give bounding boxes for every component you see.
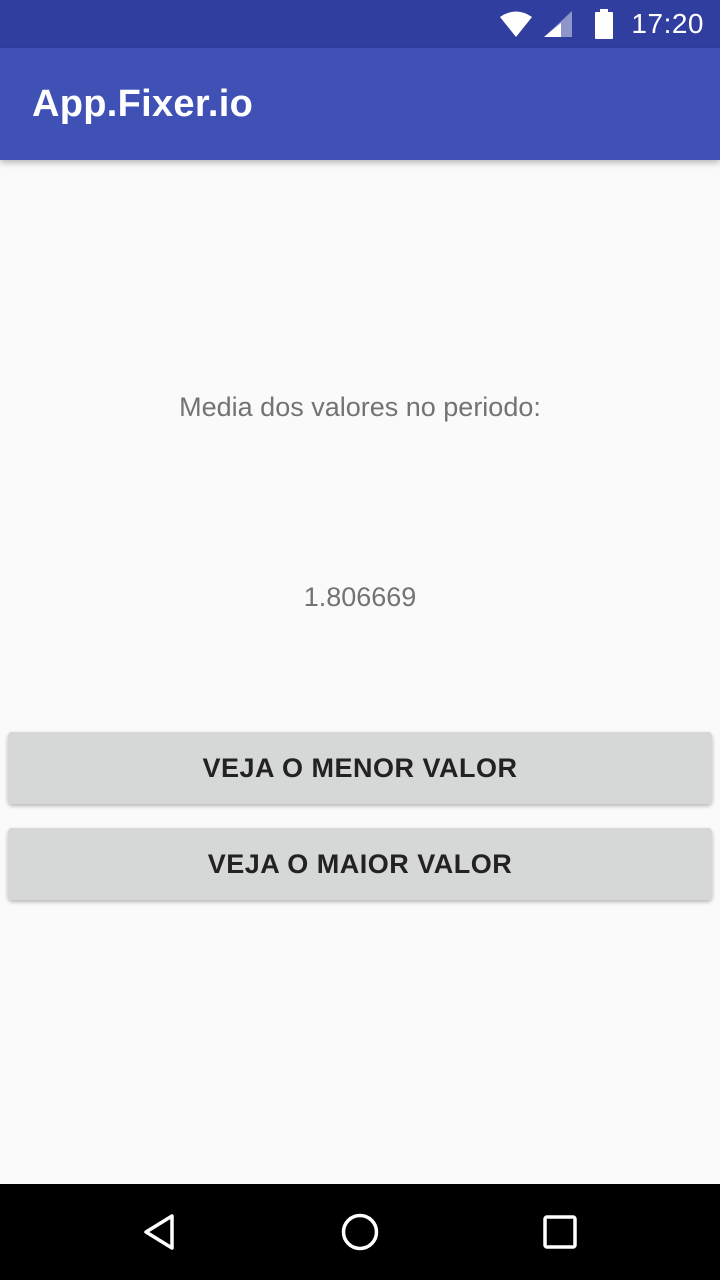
status-bar: 17:20 <box>0 0 720 48</box>
navigation-bar <box>0 1184 720 1280</box>
recents-button[interactable] <box>512 1184 608 1280</box>
app-title: App.Fixer.io <box>32 83 254 125</box>
min-value-button[interactable]: VEJA O MENOR VALOR <box>8 732 712 804</box>
wifi-icon <box>499 10 533 38</box>
battery-icon <box>595 9 614 39</box>
app-bar: App.Fixer.io <box>0 48 720 160</box>
average-label: Media dos valores no periodo: <box>179 392 541 422</box>
home-icon <box>341 1213 379 1251</box>
average-value: 1.806669 <box>303 582 417 612</box>
cell-signal-icon <box>543 10 573 38</box>
home-button[interactable] <box>312 1184 408 1280</box>
status-icons: 17:20 <box>489 0 704 48</box>
screen: 17:20 App.Fixer.io Media dos valores no … <box>0 0 720 1280</box>
max-value-button[interactable]: VEJA O MAIOR VALOR <box>8 828 712 900</box>
back-icon <box>144 1214 174 1250</box>
recents-icon <box>543 1215 577 1249</box>
status-time: 17:20 <box>631 8 704 39</box>
back-button[interactable] <box>112 1184 208 1280</box>
